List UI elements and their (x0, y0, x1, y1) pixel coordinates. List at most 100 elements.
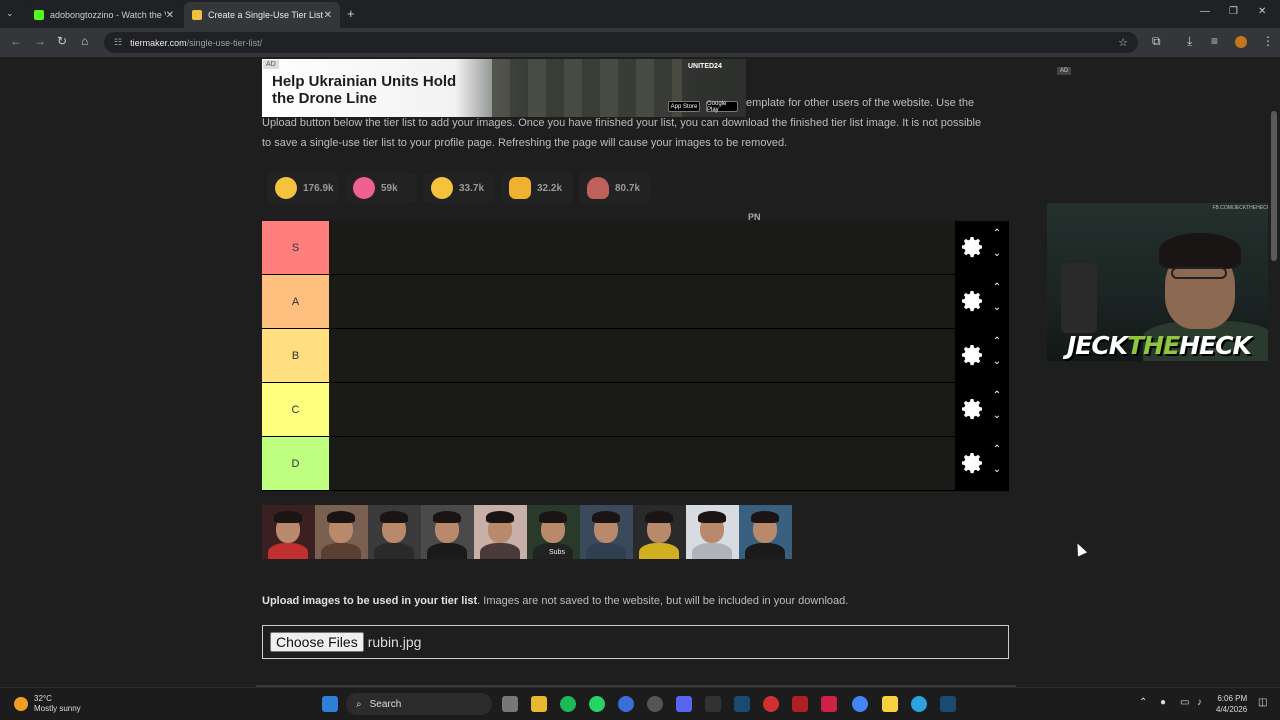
start-icon[interactable] (322, 696, 338, 712)
task-view-icon[interactable] (502, 696, 518, 712)
address-bar[interactable]: ☷ tiermaker.com /single-use-tier-list/ ☆ (104, 32, 1138, 53)
google-play-badge[interactable]: Google Play (706, 101, 738, 113)
tier-drop-zone[interactable] (329, 437, 955, 490)
pool-image[interactable] (421, 505, 474, 559)
tier-list: S ⌃ ⌄ A ⌃ ⌄ B ⌃ ⌄ C ⌃ ⌄ D ⌃ ⌄ (262, 221, 1009, 492)
app-icon[interactable] (647, 696, 663, 712)
sticky-notes-icon[interactable] (882, 696, 898, 712)
app-icon[interactable] (763, 696, 779, 712)
move-up-icon[interactable]: ⌃ (989, 282, 1005, 293)
gear-icon[interactable] (961, 397, 985, 421)
pool-image[interactable] (686, 505, 739, 559)
gear-icon[interactable] (961, 343, 985, 367)
reaction-poop[interactable]: 80.7k (579, 173, 651, 203)
pool-image[interactable] (633, 505, 686, 559)
gear-icon[interactable] (961, 235, 985, 259)
download-icon[interactable]: ⤓ (1187, 34, 1192, 49)
minimize-icon[interactable]: — (1200, 6, 1210, 17)
whatsapp-icon[interactable] (589, 696, 605, 712)
reaction-grin[interactable]: 176.9k (267, 173, 339, 203)
telegram-icon[interactable] (911, 696, 927, 712)
page-scrollbar[interactable] (1268, 57, 1280, 687)
pool-image[interactable]: Subs (527, 505, 580, 559)
app-store-badge[interactable]: App Store (668, 101, 700, 112)
back-icon[interactable]: ← (10, 34, 22, 48)
weather-widget[interactable]: 32°C Mostly sunny (14, 694, 81, 714)
pool-image-hair (380, 511, 408, 523)
tier-label[interactable]: D (262, 437, 329, 490)
tab-kick[interactable]: adobongtozzino - Watch the V ✕ (26, 2, 182, 28)
home-icon[interactable]: ⌂ (81, 34, 88, 48)
close-window-icon[interactable]: ✕ (1258, 6, 1266, 17)
pool-image[interactable] (474, 505, 527, 559)
app-icon[interactable] (821, 696, 837, 712)
close-tab-icon[interactable]: ✕ (324, 10, 332, 21)
gear-icon[interactable] (961, 289, 985, 313)
tier-label[interactable]: B (262, 329, 329, 382)
tier-label[interactable]: A (262, 275, 329, 328)
menu-icon[interactable]: ⋮ (1262, 34, 1274, 48)
volume-icon[interactable]: ♪ (1197, 697, 1202, 708)
pool-image-hair (592, 511, 620, 523)
move-down-icon[interactable]: ⌄ (989, 302, 1005, 313)
notification-icon[interactable]: ◫ (1258, 697, 1267, 708)
restore-icon[interactable]: ❐ (1229, 6, 1238, 17)
tier-drop-zone[interactable] (329, 275, 955, 328)
discord-icon[interactable] (676, 696, 692, 712)
reload-icon[interactable]: ↻ (57, 34, 67, 48)
extensions-icon[interactable]: ⧉ (1152, 34, 1161, 49)
tab-search-icon[interactable]: ⌄ (6, 8, 14, 19)
spotify-icon[interactable] (560, 696, 576, 712)
move-down-icon[interactable]: ⌄ (989, 464, 1005, 475)
pool-image[interactable] (368, 505, 421, 559)
move-up-icon[interactable]: ⌃ (989, 390, 1005, 401)
ad-soldiers-image (492, 59, 682, 117)
network-icon[interactable]: ▭ (1180, 697, 1189, 708)
heart-eyes-emoji-icon (353, 177, 375, 199)
gear-icon[interactable] (961, 451, 985, 475)
microphone-icon[interactable]: ● (1160, 697, 1166, 708)
site-info-icon[interactable]: ☷ (114, 37, 122, 48)
new-tab-icon[interactable]: + (347, 6, 355, 21)
bookmark-star-icon[interactable]: ☆ (1118, 36, 1128, 49)
tab-tiermaker[interactable]: Create a Single-Use Tier List (P ✕ (184, 2, 340, 28)
move-down-icon[interactable]: ⌄ (989, 356, 1005, 367)
choose-files-button[interactable]: Choose Files (270, 632, 364, 652)
pool-image[interactable] (315, 505, 368, 559)
profile-avatar[interactable] (1235, 36, 1247, 48)
taskbar-search[interactable]: ⌕ Search (346, 693, 492, 715)
chrome-icon[interactable] (852, 696, 868, 712)
move-down-icon[interactable]: ⌄ (989, 248, 1005, 259)
media-control-icon[interactable]: ≡ (1211, 34, 1218, 48)
forward-icon[interactable]: → (34, 34, 46, 48)
close-tab-icon[interactable]: ✕ (166, 10, 174, 21)
pool-image[interactable] (262, 505, 315, 559)
clock-time: 6:06 PM (1217, 694, 1248, 703)
tier-drop-zone[interactable] (329, 221, 955, 274)
tier-label[interactable]: S (262, 221, 329, 274)
app-icon[interactable] (618, 696, 634, 712)
tab-title: Create a Single-Use Tier List (P (208, 10, 324, 20)
tier-label[interactable]: C (262, 383, 329, 436)
file-upload-field[interactable]: Choose Files rubin.jpg (262, 625, 1009, 659)
steam-icon[interactable] (940, 696, 956, 712)
tier-drop-zone[interactable] (329, 383, 955, 436)
pool-image[interactable] (739, 505, 792, 559)
move-up-icon[interactable]: ⌃ (989, 444, 1005, 455)
tiermaker-favicon-icon (192, 10, 202, 20)
reaction-heart-eyes[interactable]: 59k (345, 173, 417, 203)
pool-image[interactable] (580, 505, 633, 559)
tray-overflow-icon[interactable]: ⌃ (1139, 697, 1147, 708)
move-up-icon[interactable]: ⌃ (989, 336, 1005, 347)
system-clock[interactable]: 6:06 PM 4/4/2026 (1216, 693, 1247, 715)
file-explorer-icon[interactable] (531, 696, 547, 712)
scrollbar-thumb[interactable] (1271, 111, 1277, 261)
move-up-icon[interactable]: ⌃ (989, 228, 1005, 239)
app-icon[interactable] (792, 696, 808, 712)
epic-games-icon[interactable] (705, 696, 721, 712)
reaction-laugh[interactable]: 33.7k (423, 173, 495, 203)
move-down-icon[interactable]: ⌄ (989, 410, 1005, 421)
steam-icon[interactable] (734, 696, 750, 712)
reaction-raised-hands[interactable]: 32.2k (501, 173, 573, 203)
tier-drop-zone[interactable] (329, 329, 955, 382)
